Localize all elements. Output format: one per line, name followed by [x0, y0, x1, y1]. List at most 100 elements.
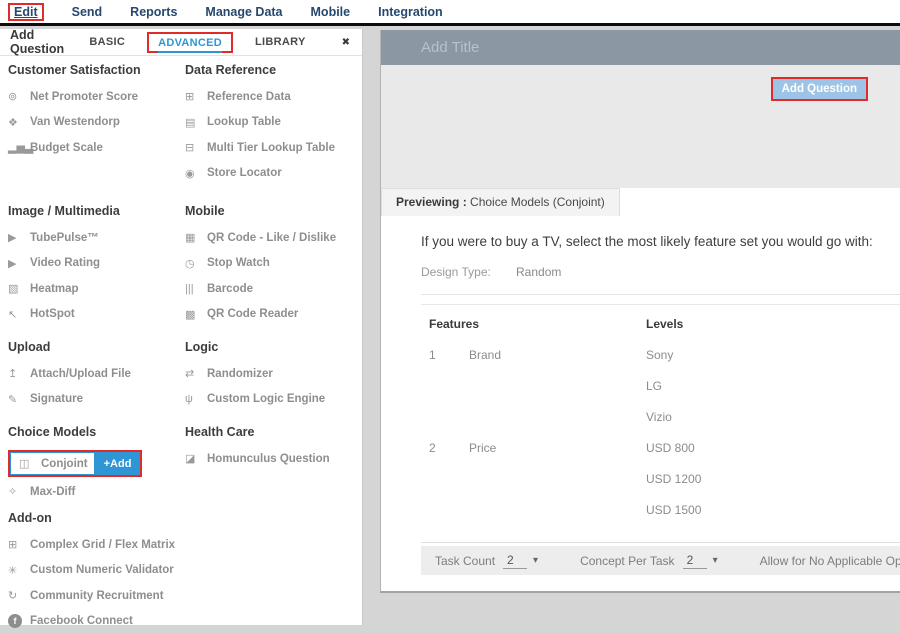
barcode-icon: ||| [185, 283, 207, 295]
sidebar-item-reference-data[interactable]: ⊞ Reference Data [185, 84, 361, 110]
item-label: Community Recruitment [30, 590, 164, 602]
sidebar-item-custom-logic-engine[interactable]: ψ Custom Logic Engine [185, 387, 361, 413]
section-heading: Image / Multimedia [8, 204, 180, 219]
nps-scale-icon: ⊚ [8, 90, 30, 103]
sidebar-item-heatmap[interactable]: ▧ Heatmap [8, 276, 180, 302]
design-type-label: Design Type: [421, 265, 516, 279]
divider [421, 294, 900, 295]
feature-name: Brand [469, 348, 646, 362]
levels-header: Levels [646, 317, 900, 331]
nav-item-manage-data[interactable]: Manage Data [205, 5, 282, 19]
nav-item-reports[interactable]: Reports [130, 5, 177, 19]
sidebar-item-lookup-table[interactable]: ▤ Lookup Table [185, 110, 361, 136]
item-label: Budget Scale [30, 142, 103, 154]
sidebar-item-facebook-connect[interactable]: f Facebook Connect [8, 609, 180, 634]
nav-item-send[interactable]: Send [72, 5, 103, 19]
sidebar-item-complex-grid[interactable]: ⊞ Complex Grid / Flex Matrix [8, 532, 180, 558]
add-question-panel: Add Question BASIC ADVANCED LIBRARY ✖ Cu… [0, 29, 363, 625]
survey-preview-card: Add Title Add Question Previewing : Choi… [380, 30, 900, 593]
sidebar-item-qr-like-dislike[interactable]: ▦ QR Code - Like / Dislike [185, 225, 361, 251]
item-label: Homunculus Question [207, 453, 330, 465]
level-value: USD 800 [646, 441, 900, 455]
qr-reader-icon: ▩ [185, 308, 207, 321]
tab-advanced[interactable]: ADVANCED [147, 32, 233, 53]
add-title-placeholder: Add Title [421, 39, 479, 56]
section-heading: Choice Models [8, 425, 180, 440]
max-diff-icon: ✧ [8, 485, 30, 498]
item-label: Attach/Upload File [30, 368, 131, 380]
numeric-validator-icon: ✳ [8, 564, 30, 577]
item-label: TubePulse™ [30, 232, 99, 244]
design-type-value: Random [516, 265, 561, 279]
sidebar-item-max-diff[interactable]: ✧ Max-Diff [8, 479, 180, 505]
task-count-select[interactable]: 2 [503, 553, 527, 569]
sidebar-item-barcode[interactable]: ||| Barcode [185, 276, 361, 302]
video-rating-icon: ▶ [8, 257, 30, 270]
sidebar-item-net-promoter-score[interactable]: ⊚ Net Promoter Score [8, 84, 180, 110]
sidebar-item-stop-watch[interactable]: ◷ Stop Watch [185, 251, 361, 277]
sidebar-item-conjoint[interactable]: ◫ Conjoint [10, 452, 95, 475]
section-heading: Health Care [185, 425, 361, 440]
top-nav: Edit Send Reports Manage Data Mobile Int… [0, 0, 900, 26]
sidebar-item-hotspot[interactable]: ↖ HotSpot [8, 302, 180, 328]
add-question-button[interactable]: Add Question [771, 77, 868, 101]
multi-tier-lookup-icon: ⊟ [185, 141, 207, 154]
feature-number: 2 [429, 441, 469, 455]
qr-like-dislike-icon: ▦ [185, 231, 207, 244]
sidebar-item-van-westendorp[interactable]: ❖ Van Westendorp [8, 110, 180, 136]
feature-name: Price [469, 441, 646, 455]
item-label: Barcode [207, 283, 253, 295]
level-value: LG [646, 379, 900, 393]
section-heading: Data Reference [185, 63, 361, 78]
panel-header: Add Question BASIC ADVANCED LIBRARY ✖ [0, 29, 362, 56]
signature-icon: ✎ [8, 393, 30, 406]
reference-data-icon: ⊞ [185, 90, 207, 103]
tab-library[interactable]: LIBRARY [255, 36, 306, 48]
item-label: Signature [30, 393, 83, 405]
close-icon[interactable]: ✖ [342, 37, 350, 48]
sidebar-item-homunculus-question[interactable]: ◪ Homunculus Question [185, 446, 361, 472]
item-label: Max-Diff [30, 486, 75, 498]
sidebar-item-community-recruitment[interactable]: ↻ Community Recruitment [8, 583, 180, 609]
section-heading: Customer Satisfaction [8, 63, 180, 78]
task-count-label: Task Count [435, 554, 495, 568]
item-label: QR Code Reader [207, 308, 298, 320]
nav-item-edit[interactable]: Edit [8, 3, 44, 21]
item-label: Multi Tier Lookup Table [207, 142, 335, 154]
item-label: Facebook Connect [30, 615, 133, 627]
caret-down-icon[interactable]: ▾ [533, 555, 538, 566]
sidebar-item-multi-tier-lookup-table[interactable]: ⊟ Multi Tier Lookup Table [185, 135, 361, 161]
section-mobile: Mobile ▦ QR Code - Like / Dislike ◷ Stop… [185, 204, 361, 327]
section-heading: Mobile [185, 204, 361, 219]
item-label: Lookup Table [207, 116, 281, 128]
sidebar-item-budget-scale[interactable]: ▂▅▃ Budget Scale [8, 135, 180, 161]
level-value: Sony [646, 348, 900, 362]
previewing-label: Previewing : [396, 195, 467, 209]
sidebar-item-conjoint-highlight: ◫ Conjoint +Add [8, 450, 142, 477]
concept-per-task-select[interactable]: 2 [683, 553, 707, 569]
sidebar-item-custom-numeric-validator[interactable]: ✳ Custom Numeric Validator [8, 558, 180, 584]
caret-down-icon[interactable]: ▾ [713, 555, 718, 566]
sidebar-item-store-locator[interactable]: ◉ Store Locator [185, 161, 361, 187]
nav-item-integration[interactable]: Integration [378, 5, 443, 19]
sidebar-item-tubepulse[interactable]: ▶ TubePulse™ [8, 225, 180, 251]
section-data-reference: Data Reference ⊞ Reference Data ▤ Lookup… [185, 63, 361, 186]
features-header: Features [429, 317, 646, 331]
item-label: Heatmap [30, 283, 79, 295]
sidebar-item-attach-upload-file[interactable]: ↥ Attach/Upload File [8, 361, 180, 387]
add-title-field[interactable]: Add Title [381, 30, 900, 65]
question-column-2: Data Reference ⊞ Reference Data ▤ Lookup… [185, 56, 361, 472]
level-value: Vizio [646, 410, 900, 424]
sidebar-item-randomizer[interactable]: ⇄ Randomizer [185, 361, 361, 387]
nav-item-mobile[interactable]: Mobile [311, 5, 351, 19]
sidebar-item-signature[interactable]: ✎ Signature [8, 387, 180, 413]
homunculus-icon: ◪ [185, 452, 207, 465]
add-conjoint-button[interactable]: +Add [95, 452, 141, 475]
sidebar-item-video-rating[interactable]: ▶ Video Rating [8, 251, 180, 277]
item-label: Reference Data [207, 91, 291, 103]
tab-basic[interactable]: BASIC [89, 36, 125, 48]
conjoint-controls-bar: Task Count 2 ▾ Concept Per Task 2 ▾ Allo… [421, 546, 900, 575]
sidebar-item-qr-code-reader[interactable]: ▩ QR Code Reader [185, 302, 361, 328]
design-type-row: Design Type: Random [421, 265, 900, 279]
randomizer-icon: ⇄ [185, 367, 207, 380]
